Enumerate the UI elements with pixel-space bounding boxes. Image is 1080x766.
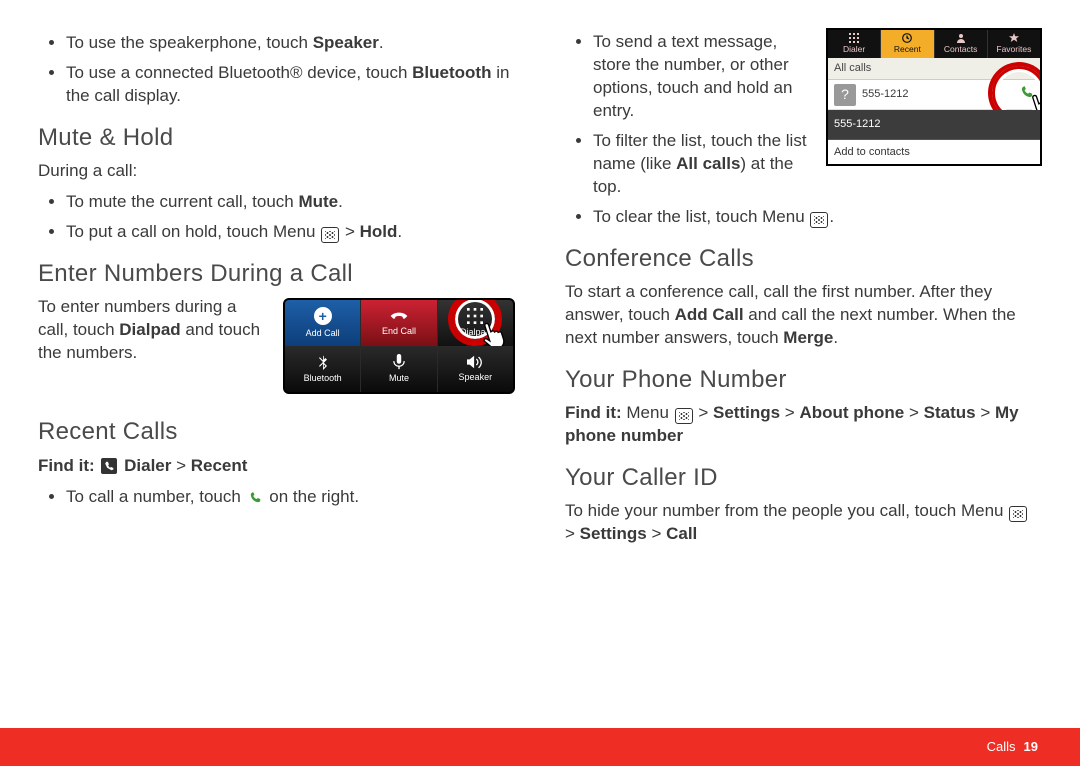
two-columns: To use the speakerphone, touch Speaker. … xyxy=(38,28,1042,554)
avatar-icon: ? xyxy=(834,84,856,106)
list-item: To use the speakerphone, touch Speaker. xyxy=(66,32,515,55)
dialpad-icon xyxy=(849,33,859,43)
call-entry[interactable]: ? 555-1212 xyxy=(828,80,1040,110)
heading-your-caller-id: Your Caller ID xyxy=(565,462,1042,494)
screenshot-in-call: + Add Call End Call Dialpad xyxy=(283,298,515,394)
dialer-app-icon xyxy=(101,458,117,474)
heading-conference-calls: Conference Calls xyxy=(565,243,1042,275)
bluetooth-button[interactable]: Bluetooth xyxy=(285,346,361,392)
chevron-down-icon: ▾ xyxy=(1028,61,1034,76)
tab-contacts[interactable]: Contacts xyxy=(935,30,988,58)
paragraph: To hide your number from the people you … xyxy=(565,500,1042,546)
menu-icon xyxy=(675,408,693,424)
tab-dialer[interactable]: Dialer xyxy=(828,30,881,58)
footer-page-number: 19 xyxy=(1024,738,1038,756)
add-to-contacts[interactable]: Add to contacts xyxy=(828,140,1040,164)
phone-icon xyxy=(249,488,262,501)
list-item: To clear the list, touch Menu . xyxy=(593,206,1042,229)
bullet-list: To mute the current call, touch Mute. To… xyxy=(38,191,515,244)
end-call-button[interactable]: End Call xyxy=(361,300,437,346)
left-column: To use the speakerphone, touch Speaker. … xyxy=(38,28,515,554)
footer-section: Calls xyxy=(987,738,1016,756)
add-call-button[interactable]: + Add Call xyxy=(285,300,361,346)
right-column: Dialer Recent Contacts Favorites xyxy=(565,28,1042,554)
menu-icon xyxy=(1009,506,1027,522)
dialpad-button[interactable]: Dialpad xyxy=(438,300,513,346)
list-item: To use a connected Bluetooth® device, to… xyxy=(66,62,515,108)
paragraph: During a call: xyxy=(38,160,515,183)
tab-favorites[interactable]: Favorites xyxy=(988,30,1040,58)
screenshot-recent-list: Dialer Recent Contacts Favorites xyxy=(826,28,1042,166)
heading-your-phone-number: Your Phone Number xyxy=(565,364,1042,396)
list-item: To put a call on hold, touch Menu > Hold… xyxy=(66,221,515,244)
list-item: To mute the current call, touch Mute. xyxy=(66,191,515,214)
page-footer: Calls 19 xyxy=(0,728,1080,766)
filter-dropdown[interactable]: All calls ▾ xyxy=(828,58,1040,80)
heading-recent-calls: Recent Calls xyxy=(38,416,515,448)
person-icon xyxy=(956,33,966,43)
find-it-line: Find it: Dialer > Recent xyxy=(38,455,515,478)
mic-icon xyxy=(392,354,406,370)
heading-enter-numbers: Enter Numbers During a Call xyxy=(38,258,515,290)
star-icon xyxy=(1009,33,1019,43)
call-entry-selected[interactable]: 555-1212 xyxy=(828,110,1040,140)
bullet-list: To use the speakerphone, touch Speaker. … xyxy=(38,32,515,108)
hangup-icon xyxy=(389,309,409,323)
tab-recent[interactable]: Recent xyxy=(881,30,934,58)
find-it-line: Find it: Menu > Settings > About phone >… xyxy=(565,402,1042,448)
speaker-icon xyxy=(467,355,483,369)
clock-icon xyxy=(902,33,912,43)
plus-icon: + xyxy=(314,307,332,325)
heading-mute-hold: Mute & Hold xyxy=(38,122,515,154)
speaker-button[interactable]: Speaker xyxy=(438,346,513,392)
manual-page: To use the speakerphone, touch Speaker. … xyxy=(0,0,1080,766)
mute-button[interactable]: Mute xyxy=(361,346,437,392)
menu-icon xyxy=(321,227,339,243)
bluetooth-icon xyxy=(317,354,329,370)
menu-icon xyxy=(810,212,828,228)
bullet-list: To call a number, touch on the right. xyxy=(38,486,515,509)
paragraph: To start a conference call, call the fir… xyxy=(565,281,1042,350)
list-item: To call a number, touch on the right. xyxy=(66,486,515,509)
